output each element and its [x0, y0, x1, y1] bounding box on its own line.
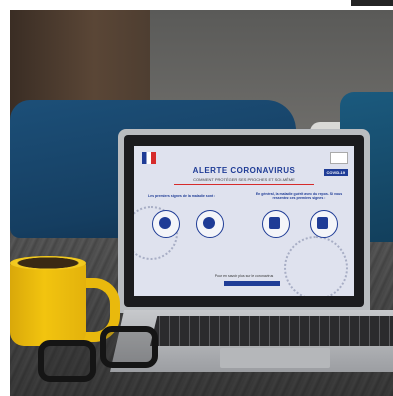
- laptop-bezel: ALERTE CORONAVIRUS COMMENT PROTÉGER SES …: [124, 135, 364, 307]
- phone-icon: [317, 217, 328, 229]
- symptom-icon-circle: [196, 210, 224, 238]
- advice-icon-circle: [262, 210, 290, 238]
- left-lens: [38, 340, 96, 382]
- mug-rim: [10, 256, 86, 270]
- screen-title: ALERTE CORONAVIRUS: [192, 166, 296, 175]
- laptop-trackpad: [220, 348, 330, 368]
- photo: ALERTE CORONAVIRUS COMMENT PROTÉGER SES …: [10, 10, 393, 396]
- left-heading: Les premiers signes de la maladie sont :: [148, 194, 216, 198]
- laptop-screen: ALERTE CORONAVIRUS COMMENT PROTÉGER SES …: [134, 146, 354, 296]
- right-heading: En général, la maladie guérit avec du re…: [255, 192, 343, 200]
- virus-graphic: [284, 236, 348, 296]
- eyeglasses: [38, 322, 168, 382]
- right-lens: [100, 326, 158, 368]
- photo-scene: ALERTE CORONAVIRUS COMMENT PROTÉGER SES …: [0, 0, 393, 396]
- fever-icon: [203, 217, 215, 229]
- covid-badge: COVID-19: [323, 169, 348, 176]
- laptop-lid: ALERTE CORONAVIRUS COMMENT PROTÉGER SES …: [118, 129, 370, 313]
- symptom-icon-circle: [152, 210, 180, 238]
- partner-logo-icon: [330, 152, 348, 164]
- house-icon: [269, 217, 280, 229]
- top-edge-bar: [351, 0, 393, 6]
- cough-icon: [159, 217, 171, 229]
- red-divider: [174, 184, 314, 185]
- laptop-keyboard: [150, 316, 393, 346]
- screen-footer: Pour en savoir plus sur le coronavirus: [214, 274, 274, 278]
- advice-icon-circle: [310, 210, 338, 238]
- government-logo-icon: [142, 152, 156, 164]
- footer-link-bar: [224, 281, 280, 286]
- screen-subtitle: COMMENT PROTÉGER SES PROCHES ET SOI-MÊME: [193, 177, 295, 182]
